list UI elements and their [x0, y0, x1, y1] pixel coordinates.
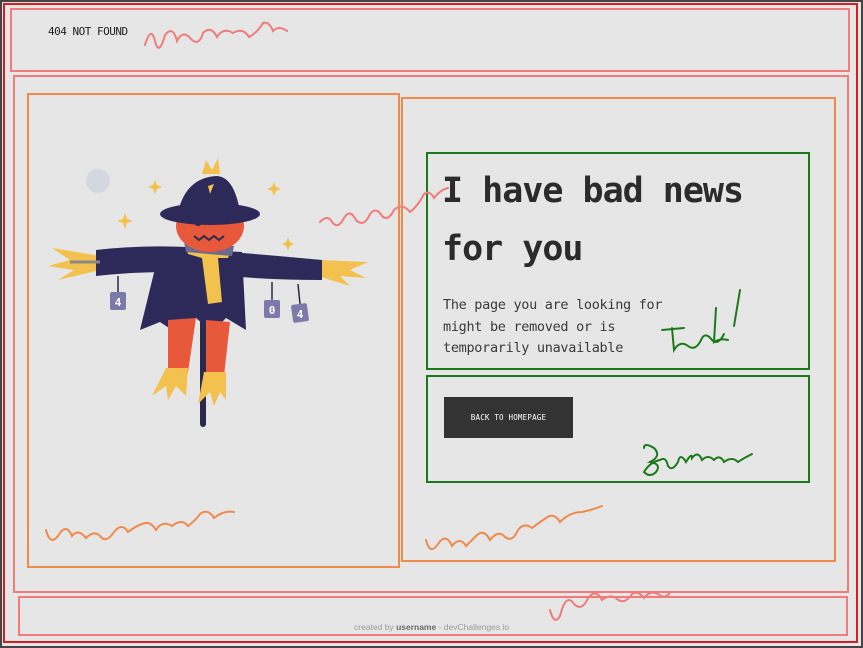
headline-line-1: I have bad news [442, 171, 744, 211]
can-tag-2: 0 [269, 304, 276, 317]
page-description: The page you are looking for might be re… [443, 297, 663, 356]
can-tag-3: 4 [297, 308, 304, 321]
page-headline: I have bad news for you [442, 162, 802, 278]
footer-suffix: - devChallenges.io [438, 622, 510, 632]
footer-username-link[interactable]: username [396, 622, 436, 632]
can-tag-1: 4 [115, 296, 122, 309]
scarecrow-illustration: 4 0 4 [48, 158, 368, 427]
back-to-homepage-button[interactable]: BACK TO HOMEPAGE [444, 397, 573, 438]
headline-line-2: for you [442, 229, 584, 269]
footer-credit: created by username - devChallenges.io [0, 622, 863, 632]
footer-prefix: created by [353, 622, 394, 632]
